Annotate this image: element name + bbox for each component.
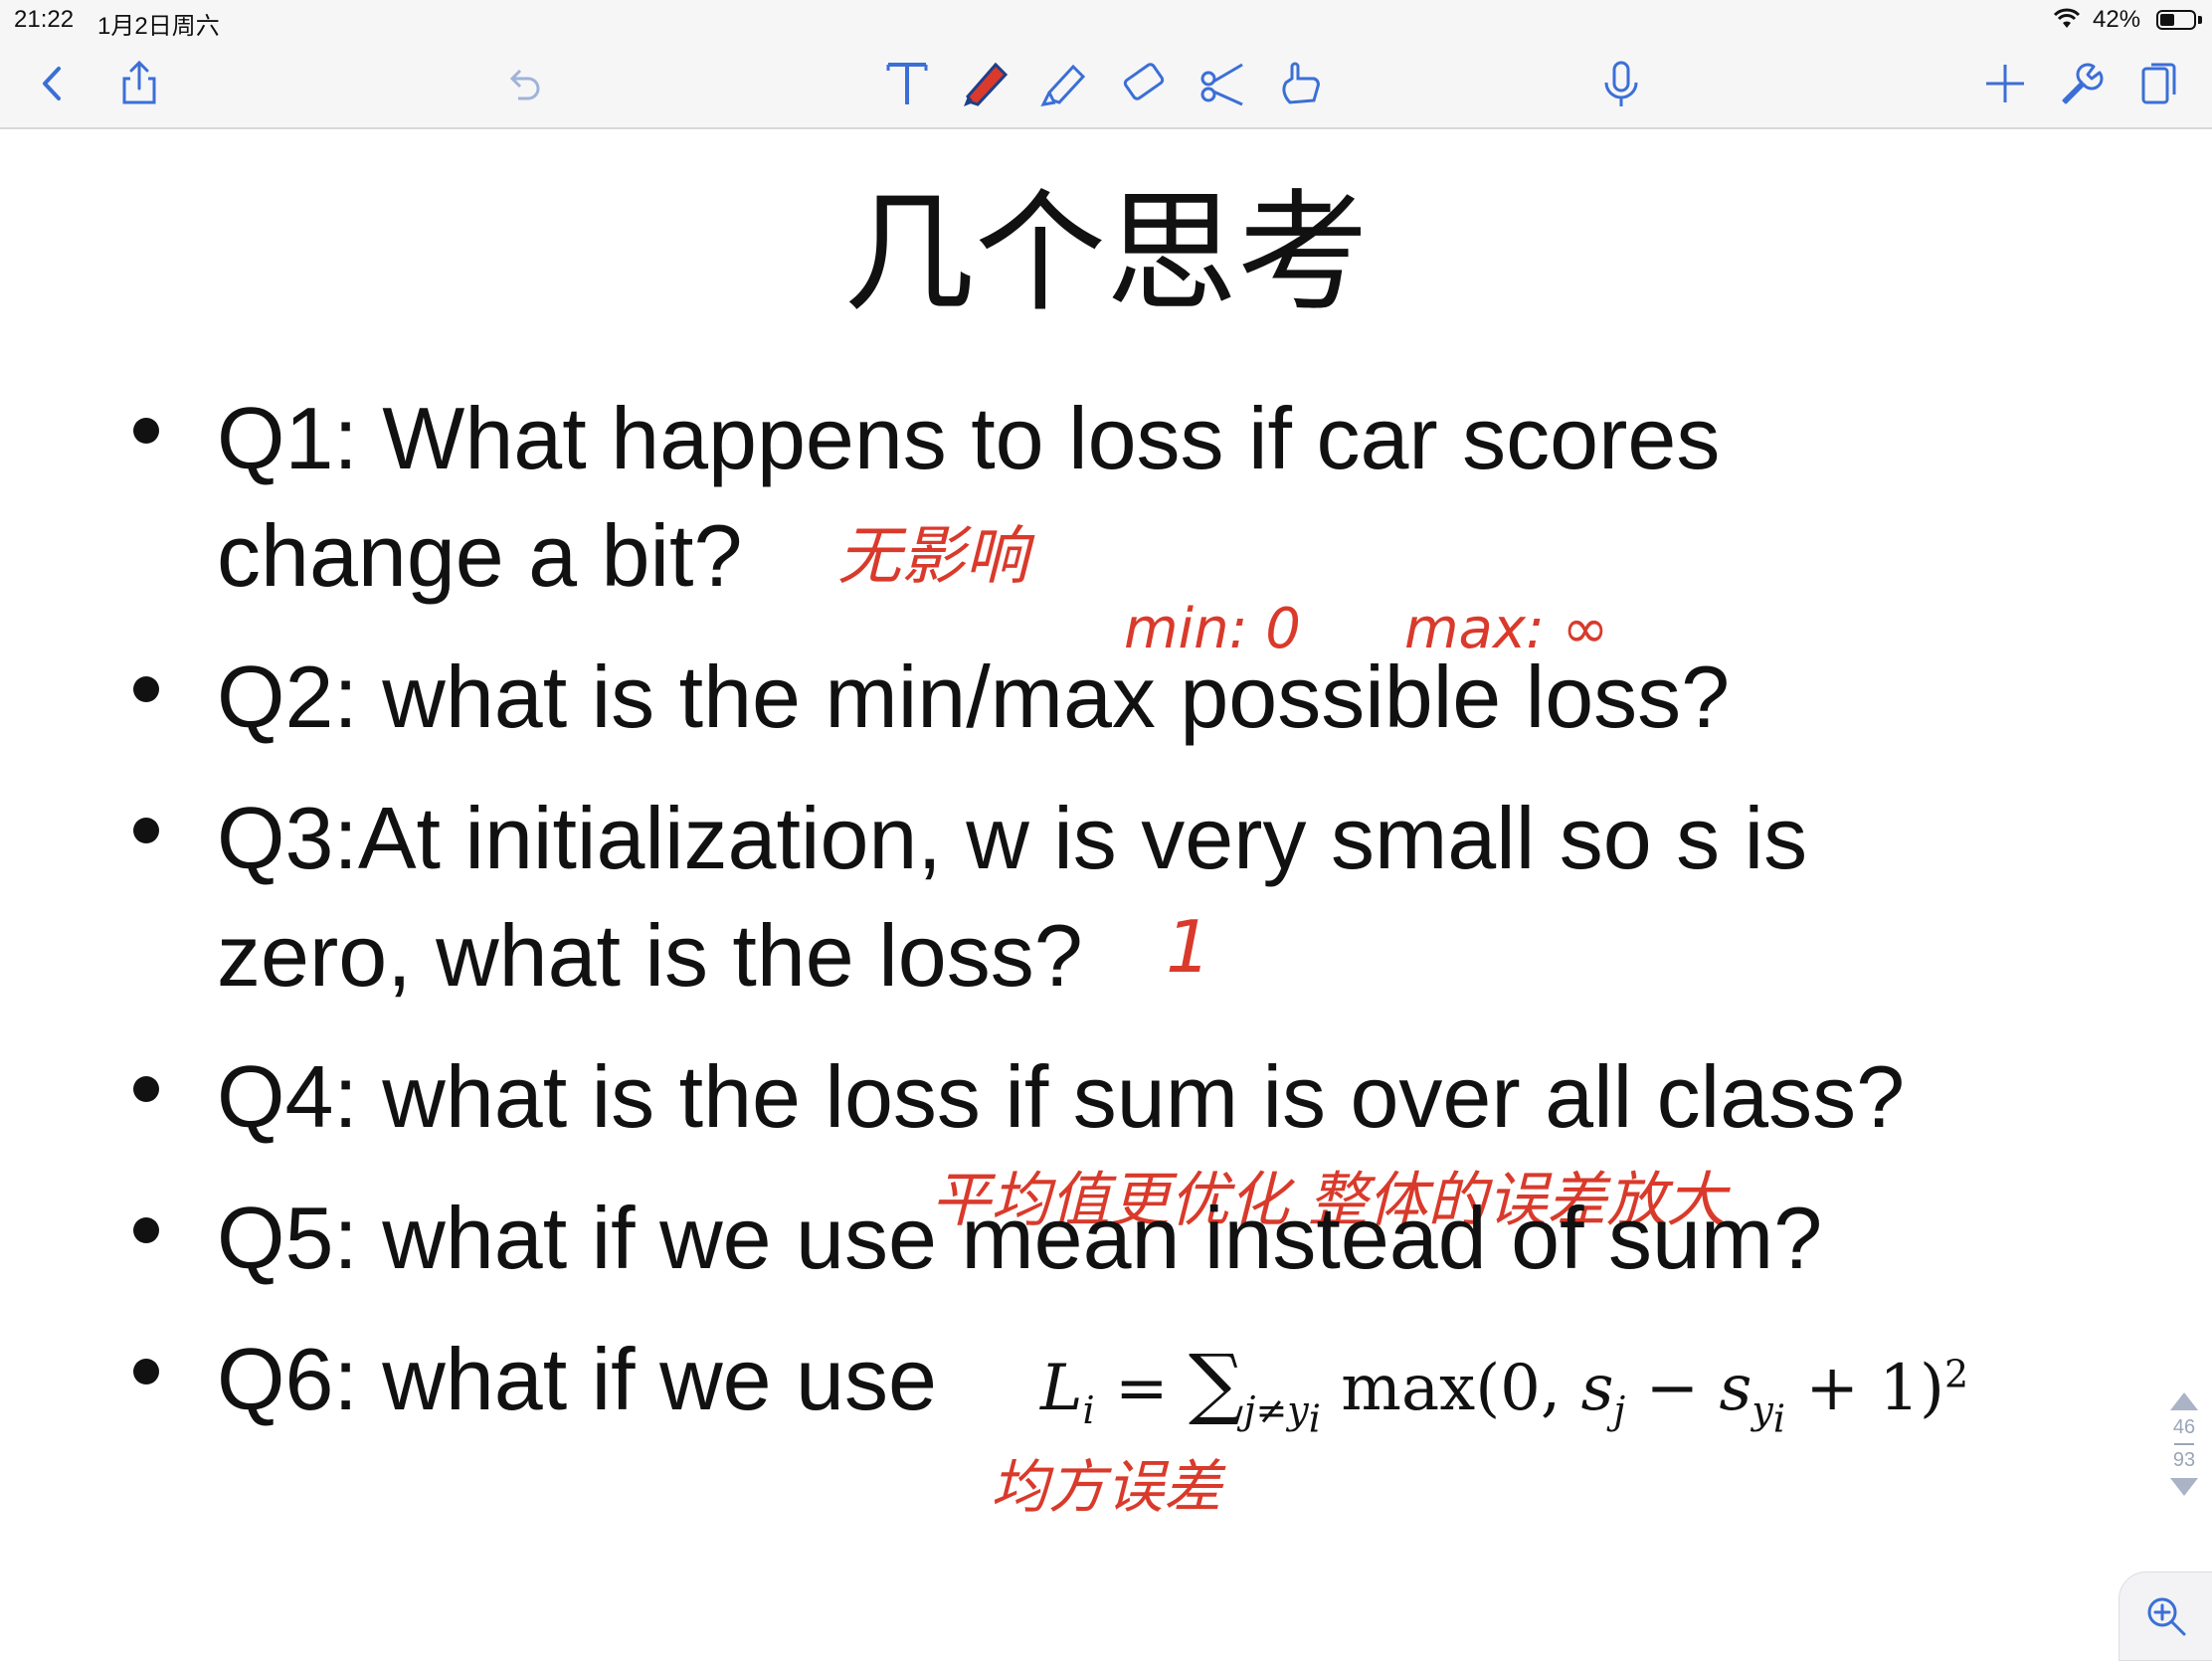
page-navigator[interactable]: 46 93 xyxy=(2162,1392,2206,1496)
question-q6: Q6: what if we use xyxy=(217,1330,937,1428)
question-q2: Q2: what is the min/max possible loss? xyxy=(217,647,1731,746)
scissors-icon[interactable] xyxy=(1194,54,1253,113)
wrench-icon[interactable] xyxy=(2051,54,2111,113)
text-tool-icon[interactable] xyxy=(877,54,937,113)
pen-icon[interactable] xyxy=(957,54,1016,113)
zoom-in-icon xyxy=(2147,1597,2186,1636)
document-page[interactable]: 几个思考 Q1: What happens to loss if car sco… xyxy=(0,129,2212,1659)
bullet-q6 xyxy=(133,1359,159,1384)
bullet-q3 xyxy=(133,818,159,843)
question-q5: Q5: what if we use mean instead of sum? xyxy=(217,1189,1823,1287)
pages-icon[interactable] xyxy=(2128,54,2188,113)
share-icon[interactable] xyxy=(109,54,169,113)
zoom-button[interactable] xyxy=(2119,1571,2212,1661)
page-down-icon[interactable] xyxy=(2170,1478,2198,1496)
toolbar xyxy=(0,40,2212,129)
battery-icon xyxy=(2156,10,2202,30)
question-q1-line2: change a bit? xyxy=(217,506,743,605)
current-page: 46 xyxy=(2172,1416,2196,1438)
undo-icon[interactable] xyxy=(493,54,553,113)
annotation-q1: 无影响 xyxy=(837,520,1028,594)
battery-fill xyxy=(2160,14,2174,26)
eraser-icon[interactable] xyxy=(1114,54,1174,113)
status-bar: 21:22 1月2日周六 42% xyxy=(0,0,2212,40)
hand-icon[interactable] xyxy=(1271,54,1331,113)
total-pages: 93 xyxy=(2172,1449,2196,1471)
question-q1-line1: Q1: What happens to loss if car scores xyxy=(217,389,1721,487)
microphone-icon[interactable] xyxy=(1591,54,1651,113)
annotation-q6: 均方误差 xyxy=(991,1453,1222,1521)
formula-power: 2 xyxy=(1943,1352,1969,1396)
slide-title: 几个思考 xyxy=(843,177,1369,330)
question-q3-line2: zero, what is the loss? xyxy=(217,906,1083,1005)
wifi-icon xyxy=(2053,8,2081,37)
bullet-q1 xyxy=(133,418,159,444)
status-date: 1月2日周六 xyxy=(97,13,220,40)
bullet-q2 xyxy=(133,676,159,702)
hinge-loss-formula: Li = ∑j≠yi max(0, sj − syi + 1)2 xyxy=(1040,1339,1969,1441)
formula-lhs: L xyxy=(1040,1352,1083,1425)
bullet-q4 xyxy=(133,1076,159,1102)
back-icon[interactable] xyxy=(24,54,84,113)
question-q3-line1: Q3:At initialization, w is very small so… xyxy=(217,789,1808,887)
battery-percent: 42% xyxy=(2093,6,2141,33)
question-q4: Q4: what is the loss if sum is over all … xyxy=(217,1047,1906,1146)
bullet-q5 xyxy=(133,1217,159,1243)
formula-sum: ∑ xyxy=(1188,1339,1244,1428)
page-up-icon[interactable] xyxy=(2170,1392,2198,1410)
annotation-q3: 1 xyxy=(1166,905,1211,989)
add-icon[interactable] xyxy=(1975,54,2035,113)
status-time: 21:22 xyxy=(14,6,75,33)
highlighter-icon[interactable] xyxy=(1036,54,1096,113)
